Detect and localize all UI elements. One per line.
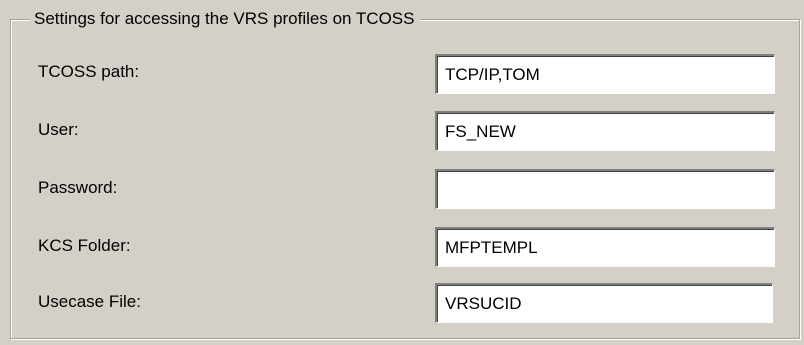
kcs-folder-input[interactable]: MFPTEMPL [435, 227, 775, 267]
tcoss-path-input[interactable]: TCP/IP,TOM [435, 54, 775, 94]
usecase-file-input[interactable]: VRSUCID [435, 283, 773, 323]
user-input[interactable]: FS_NEW [435, 111, 775, 151]
groupbox-title: Settings for accessing the VRS profiles … [30, 9, 421, 29]
usecase-file-label: Usecase File: [38, 292, 141, 311]
user-label: User: [38, 120, 79, 139]
password-input[interactable] [435, 169, 775, 209]
tcoss-path-label: TCOSS path: [38, 62, 140, 81]
password-label: Password: [38, 178, 118, 197]
kcs-folder-label: KCS Folder: [38, 236, 131, 255]
